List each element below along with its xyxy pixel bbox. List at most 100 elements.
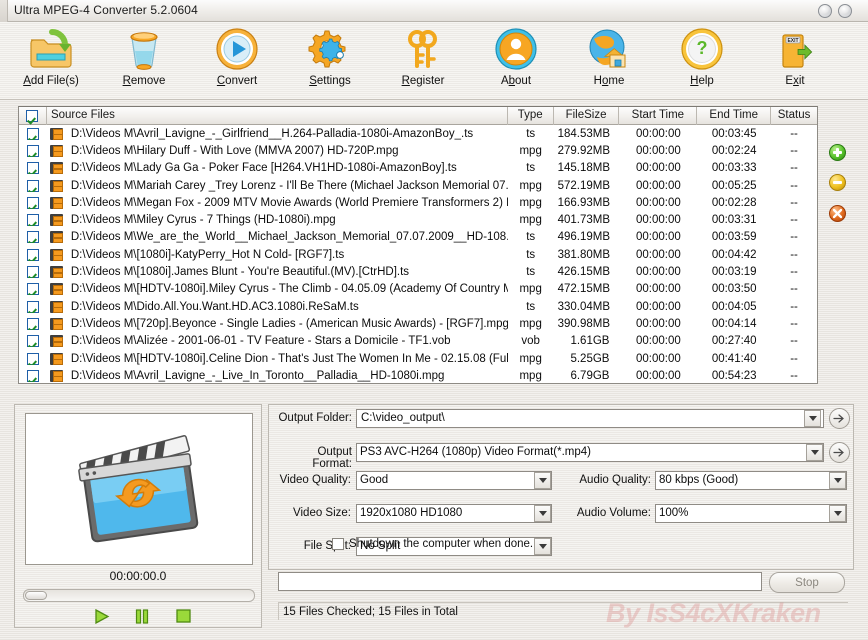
cell-source-file: D:\Videos M\Hilary Duff - With Love (MMV… — [70, 144, 399, 157]
column-header-type[interactable]: Type — [508, 107, 554, 125]
column-header-filesize[interactable]: FileSize — [554, 107, 620, 125]
toolbar-button-remove[interactable]: Remove — [101, 24, 187, 98]
table-row[interactable]: D:\Videos M\Megan Fox - 2009 MTV Movie A… — [19, 194, 817, 211]
toolbar-button-register[interactable]: Register — [380, 24, 466, 98]
table-row[interactable]: D:\Videos M\[HDTV-1080i].Celine Dion - T… — [19, 350, 817, 367]
row-checkbox[interactable] — [19, 144, 47, 157]
video-quality-select[interactable]: Good — [356, 471, 552, 490]
toolbar-label-add-files: Add File(s) — [23, 75, 79, 87]
shutdown-checkbox[interactable] — [332, 538, 344, 550]
checkbox-icon — [26, 266, 39, 279]
toolbar-button-add-files[interactable]: Add File(s) — [8, 24, 94, 98]
table-row[interactable]: D:\Videos M\[HDTV-1080i].Miley Cyrus - T… — [19, 281, 817, 298]
close-button[interactable] — [838, 4, 852, 18]
cell-type: ts — [526, 127, 536, 140]
table-row[interactable]: D:\Videos M\Dido.All.You.Want.HD.AC3.108… — [19, 298, 817, 315]
shutdown-when-done-row[interactable]: Shutdown the computer when done. — [332, 538, 533, 550]
chevron-down-icon[interactable] — [806, 444, 823, 461]
output-format-browse-button[interactable] — [829, 442, 850, 463]
table-row[interactable]: D:\Videos M\Mariah Carey _Trey Lorenz - … — [19, 177, 817, 194]
video-file-icon — [47, 335, 67, 348]
column-header-source-files[interactable]: Source Files — [47, 107, 508, 125]
column-header-start-time[interactable]: Start Time — [619, 107, 698, 125]
toolbar-button-home[interactable]: Home — [566, 24, 652, 98]
column-header-status[interactable]: Status — [771, 107, 817, 125]
minimize-button[interactable] — [818, 4, 832, 18]
column-header-end-time[interactable]: End Time — [697, 107, 772, 125]
row-checkbox[interactable] — [19, 335, 47, 348]
chevron-down-icon[interactable] — [829, 505, 846, 522]
output-folder-input[interactable]: C:\video_output\ — [356, 409, 824, 428]
stop-button[interactable]: Stop — [769, 572, 845, 593]
row-checkbox[interactable] — [19, 179, 47, 192]
question-circle-icon: ? — [659, 24, 745, 74]
video-file-icon — [47, 248, 67, 261]
toolbar-button-settings[interactable]: Settings — [287, 24, 373, 98]
video-file-icon — [47, 266, 67, 279]
table-row[interactable]: D:\Videos M\[720p].Beyonce - Single Ladi… — [19, 315, 817, 332]
output-format-label: Output Format: — [312, 446, 352, 470]
toolbar-button-exit[interactable]: EXIT Exit — [752, 24, 838, 98]
table-row[interactable]: D:\Videos M\Alizée - 2001-06-01 - TV Fea… — [19, 333, 817, 350]
row-checkbox[interactable] — [19, 266, 47, 279]
preview-stop-button[interactable] — [172, 608, 194, 624]
select-all-checkbox[interactable] — [19, 107, 47, 125]
row-checkbox[interactable] — [19, 300, 47, 313]
home-globe-icon — [566, 24, 652, 74]
table-row[interactable]: D:\Videos M\[1080i]-KatyPerry_Hot N Cold… — [19, 246, 817, 263]
table-row[interactable]: D:\Videos M\Miley Cyrus - 7 Things (HD-1… — [19, 211, 817, 228]
row-checkbox[interactable] — [19, 283, 47, 296]
row-checkbox[interactable] — [19, 248, 47, 261]
table-row[interactable]: D:\Videos M\Lady Ga Ga - Poker Face [H26… — [19, 160, 817, 177]
toolbar-button-help[interactable]: ? Help — [659, 24, 745, 98]
row-checkbox[interactable] — [19, 196, 47, 209]
cell-source-file: D:\Videos M\Lady Ga Ga - Poker Face [H26… — [70, 162, 457, 175]
row-checkbox[interactable] — [19, 231, 47, 244]
row-checkbox[interactable] — [19, 352, 47, 365]
remove-file-side-button[interactable] — [829, 174, 846, 191]
cell-status: -- — [790, 231, 798, 244]
browse-arrow-icon — [833, 448, 844, 457]
video-size-select[interactable]: 1920x1080 HD1080 — [356, 504, 552, 523]
cell-status: -- — [790, 127, 798, 140]
chevron-down-icon[interactable] — [829, 472, 846, 489]
row-checkbox[interactable] — [19, 214, 47, 227]
cell-source-file: D:\Videos M\Dido.All.You.Want.HD.AC3.108… — [70, 300, 359, 313]
cell-start-time: 00:00:00 — [635, 317, 681, 330]
stop-icon — [175, 609, 191, 623]
seek-slider[interactable] — [23, 589, 255, 602]
file-list[interactable]: Source Files Type FileSize Start Time En… — [18, 106, 818, 384]
video-preview-area[interactable] — [25, 413, 253, 565]
chevron-down-icon[interactable] — [804, 410, 821, 427]
gears-icon — [287, 24, 373, 74]
table-row[interactable]: D:\Videos M\[1080i].James Blunt - You're… — [19, 263, 817, 280]
toolbar-label-help: Help — [690, 75, 714, 87]
toolbar-button-convert[interactable]: Convert — [194, 24, 280, 98]
row-checkbox[interactable] — [19, 369, 47, 382]
output-folder-browse-button[interactable] — [829, 408, 850, 429]
table-row[interactable]: D:\Videos M\Avril_Lavigne_-_Live_In_Toro… — [19, 367, 817, 383]
table-row[interactable]: D:\Videos M\Avril_Lavigne_-_Girlfriend__… — [19, 125, 817, 142]
audio-quality-select[interactable]: 80 kbps (Good) — [655, 471, 847, 490]
row-checkbox[interactable] — [19, 317, 47, 330]
add-file-side-button[interactable] — [829, 144, 846, 161]
preview-pause-button[interactable] — [131, 608, 153, 624]
preview-play-button[interactable] — [91, 608, 113, 624]
toolbar-button-about[interactable]: About — [473, 24, 559, 98]
table-row[interactable]: D:\Videos M\Hilary Duff - With Love (MMV… — [19, 142, 817, 159]
cell-source-file: D:\Videos M\[1080i].James Blunt - You're… — [70, 266, 410, 279]
output-format-select[interactable]: PS3 AVC-H264 (1080p) Video Format(*.mp4) — [356, 443, 824, 462]
chevron-down-icon[interactable] — [534, 472, 551, 489]
clear-all-side-button[interactable] — [829, 205, 846, 222]
chevron-down-icon[interactable] — [534, 505, 551, 522]
row-checkbox[interactable] — [19, 127, 47, 140]
chevron-down-icon[interactable] — [534, 538, 551, 555]
keys-icon — [380, 24, 466, 74]
table-row[interactable]: D:\Videos M\We_are_the_World__Michael_Ja… — [19, 229, 817, 246]
row-checkbox[interactable] — [19, 162, 47, 175]
video-file-icon — [47, 369, 67, 382]
audio-volume-select[interactable]: 100% — [655, 504, 847, 523]
cell-status: -- — [790, 196, 798, 209]
checkbox-icon — [26, 196, 39, 209]
seek-slider-thumb[interactable] — [25, 591, 47, 600]
